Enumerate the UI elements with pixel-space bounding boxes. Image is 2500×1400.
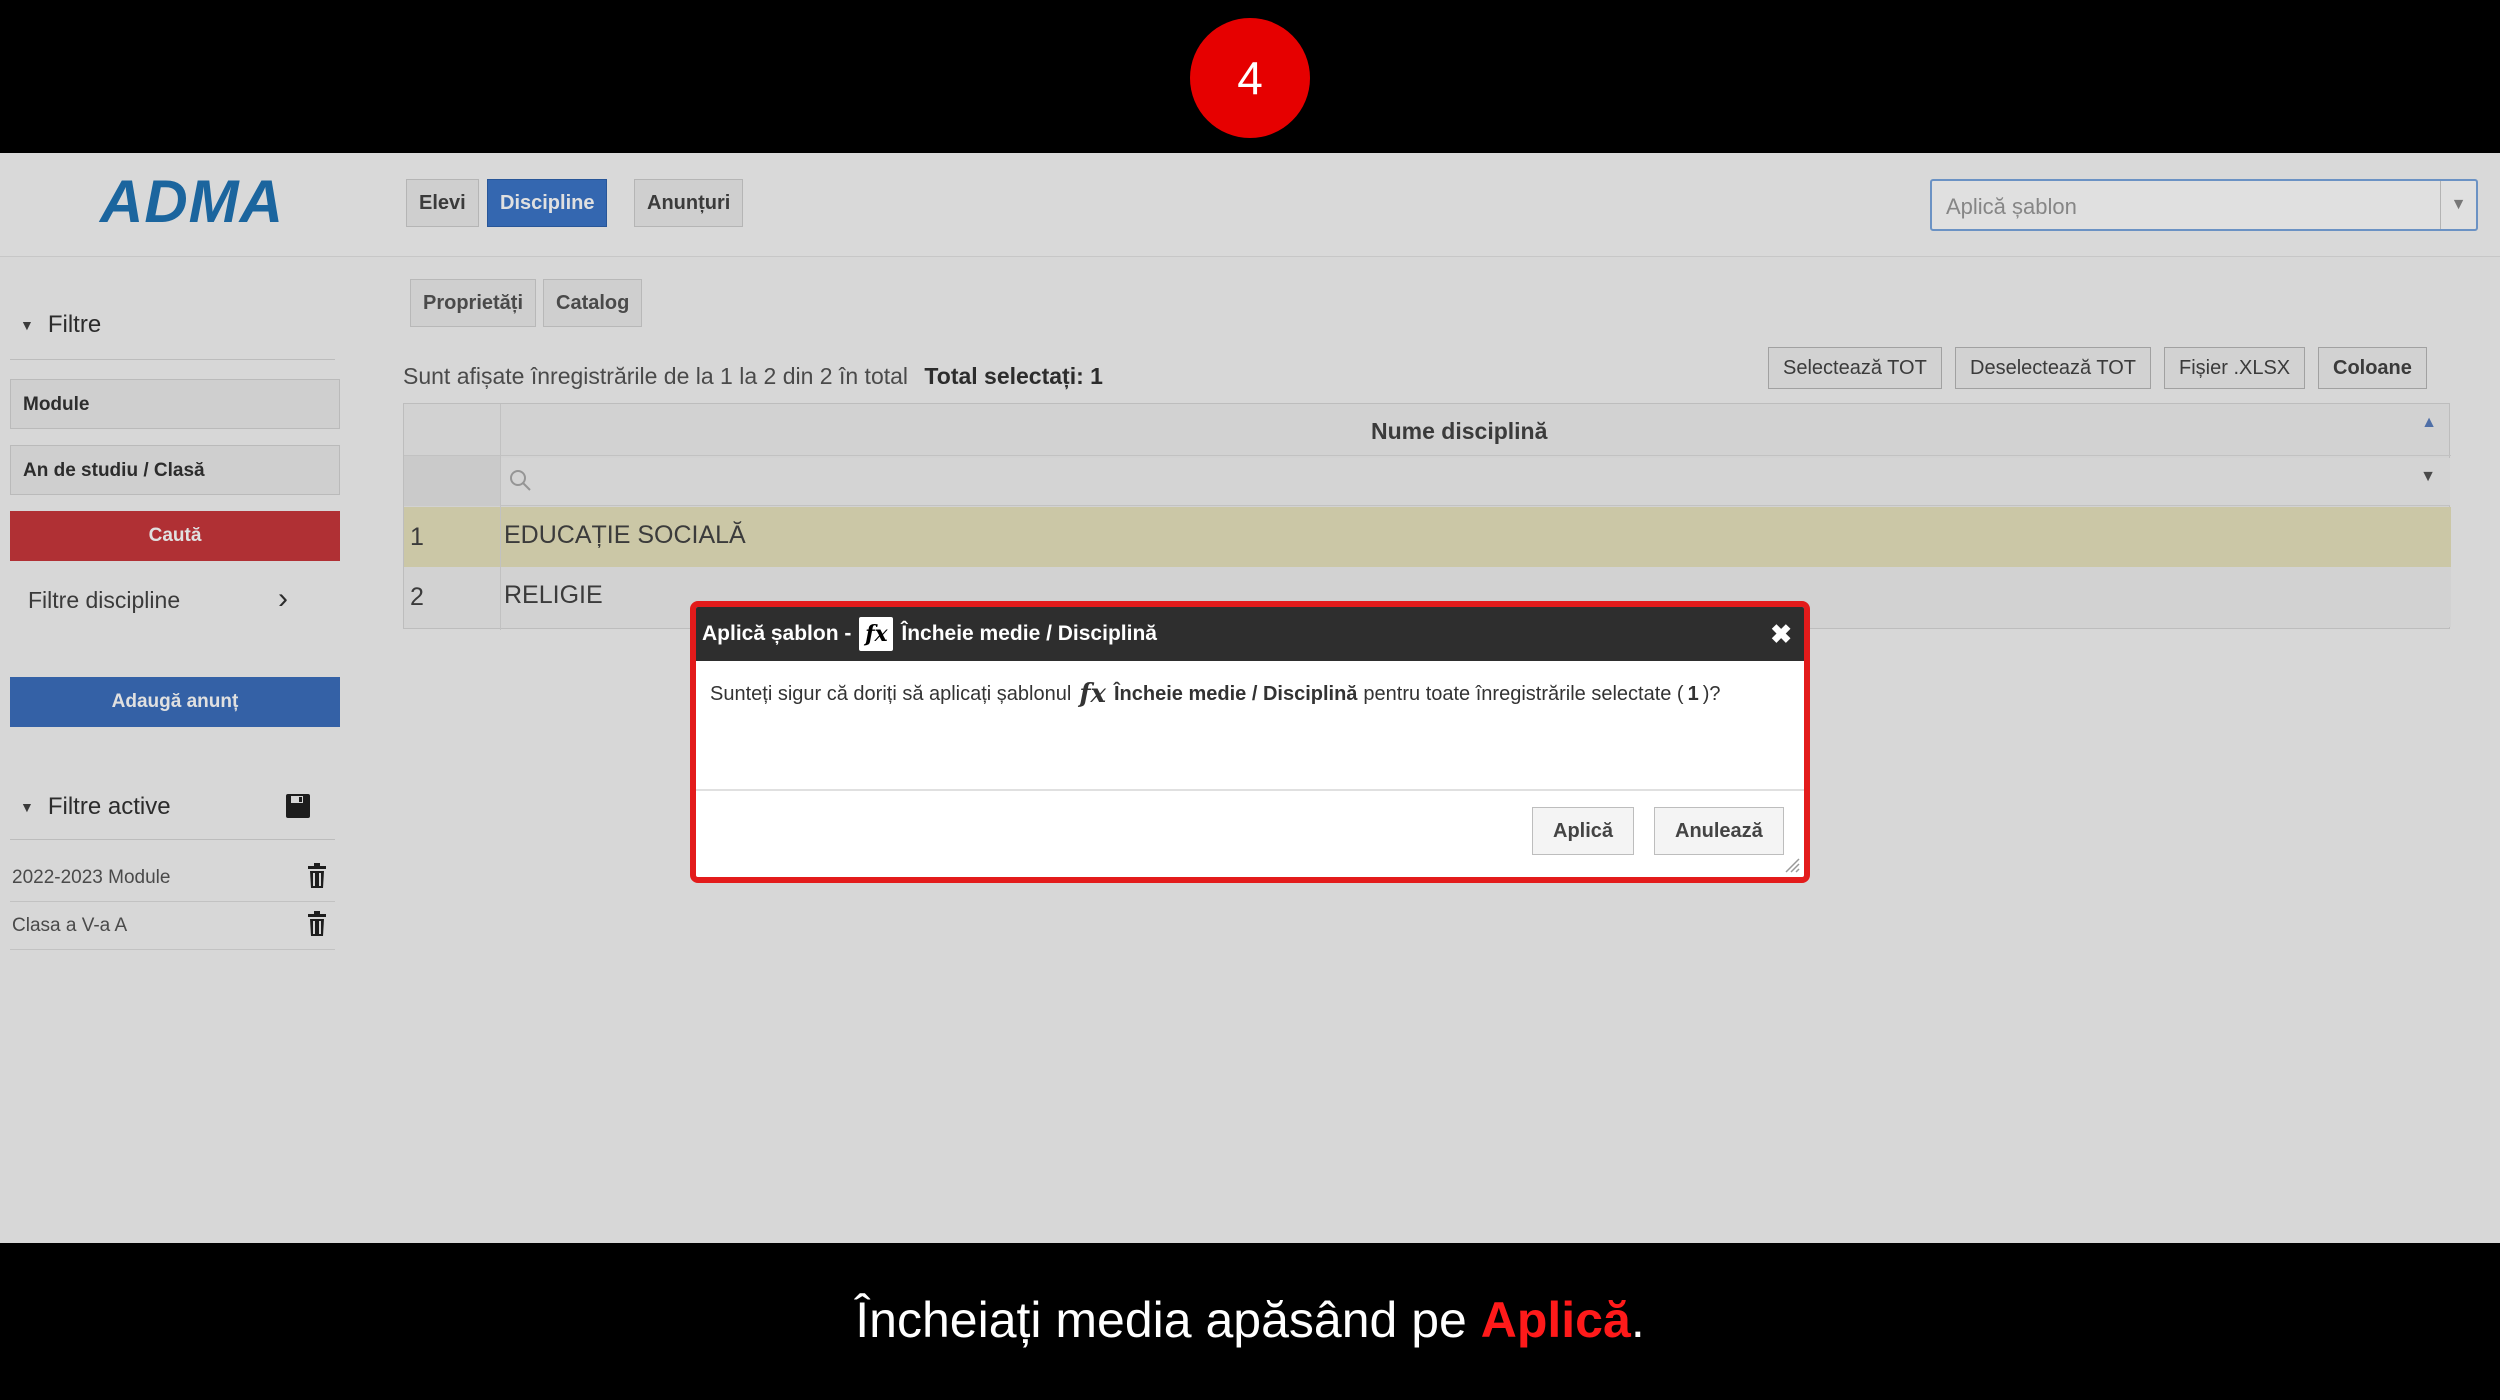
close-icon[interactable]: ✖ <box>1770 619 1792 650</box>
app-window: ADMA Elevi Discipline Anunțuri Aplică șa… <box>0 153 2500 1243</box>
divider <box>696 789 1804 791</box>
dialog-message-pre: Sunteți sigur că doriți să aplicați șabl… <box>710 682 1072 705</box>
screenshot-stage: 4 ADMA Elevi Discipline Anunțuri Aplică … <box>0 0 2500 1400</box>
instruction-caption: Încheiați media apăsând pe Aplică. <box>0 1291 2500 1349</box>
apply-template-dialog: Aplică șablon - fx Încheie medie / Disci… <box>690 601 1810 883</box>
function-fx-icon: fx <box>1079 679 1106 709</box>
dialog-message-post: pentru toate înregistrările selectate ( <box>1363 682 1684 705</box>
top-banner: 4 <box>0 0 2500 153</box>
caption-highlight: Aplică <box>1480 1292 1631 1348</box>
resize-handle-icon[interactable] <box>1782 855 1800 873</box>
function-fx-icon: fx <box>859 617 894 651</box>
apply-button[interactable]: Aplică <box>1532 807 1635 855</box>
dialog-title-bar[interactable]: Aplică șablon - fx Încheie medie / Disci… <box>696 607 1804 661</box>
dialog-message: Sunteți sigur că doriți să aplicați șabl… <box>710 679 1721 709</box>
cancel-button[interactable]: Anulează <box>1654 807 1784 855</box>
caption-period: . <box>1630 1292 1645 1348</box>
dialog-selected-count: 1 <box>1687 682 1699 705</box>
caption-text: Încheiați media apăsând pe <box>855 1292 1467 1348</box>
step-badge: 4 <box>1190 18 1310 138</box>
caption-bar: Încheiați media apăsând pe Aplică. <box>0 1243 2500 1400</box>
dialog-message-end: )? <box>1702 682 1721 705</box>
dialog-message-template: Încheie medie / Disciplină <box>1114 682 1358 705</box>
dialog-title-template: Încheie medie / Disciplină <box>901 622 1157 645</box>
dialog-title-prefix: Aplică șablon - <box>702 622 852 645</box>
